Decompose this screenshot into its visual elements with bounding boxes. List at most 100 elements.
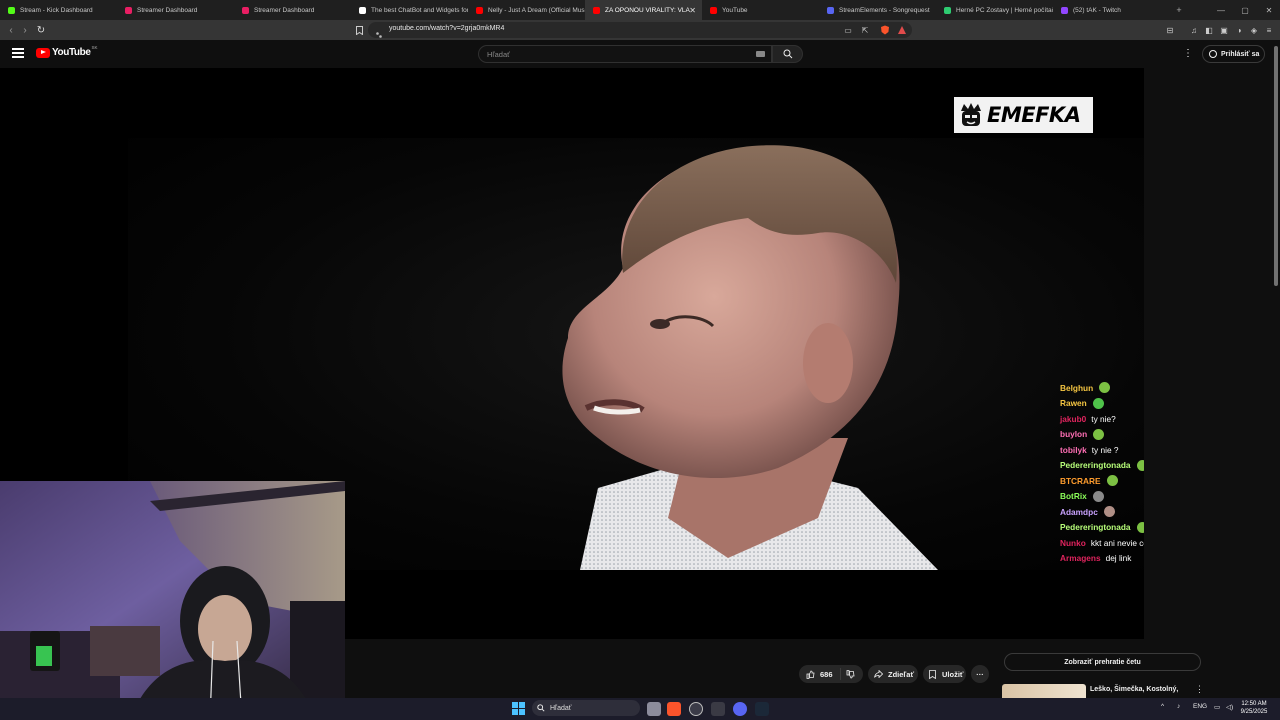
language-indicator[interactable]: ENG: [1193, 703, 1207, 710]
browser-tab[interactable]: StreamElements - Songrequest: [819, 0, 936, 20]
browser-tab[interactable]: Herné PC Zostavy | Herné počítač: [936, 0, 1053, 20]
bookmark-icon[interactable]: [354, 25, 364, 35]
tab-favicon-icon: [125, 6, 132, 14]
chat-username: jakub0: [1060, 413, 1087, 424]
rewards-icon[interactable]: [896, 25, 908, 35]
recommended-video-title[interactable]: Leško, Šimečka, Kostolný,: [1090, 686, 1178, 693]
search-icon: [783, 49, 792, 59]
more-actions-button[interactable]: ···: [971, 665, 989, 683]
tab-label: YouTube: [722, 6, 748, 14]
recommended-video-thumbnail[interactable]: [1002, 684, 1086, 698]
chat-username: Nunko: [1060, 537, 1086, 548]
keyboard-icon[interactable]: [756, 51, 765, 57]
browser-tab[interactable]: YouTube: [702, 0, 819, 20]
minimize-icon[interactable]: —: [1210, 0, 1232, 20]
chat-emote-icon: [1093, 428, 1105, 440]
share-button[interactable]: Zdieľať: [868, 665, 918, 683]
steam-icon[interactable]: [755, 702, 769, 716]
more-actions-icon: ···: [976, 669, 984, 679]
youtube-logo[interactable]: YouTube SK: [36, 45, 98, 58]
chat-username: Pedereringtonada: [1060, 460, 1131, 471]
chat-message: tobilyk ty nie ?: [1060, 442, 1144, 458]
maximize-icon[interactable]: ▢: [1234, 0, 1256, 20]
show-chat-replay-label: Zobraziť prehratie četu: [1064, 658, 1141, 666]
sign-in-button[interactable]: Prihlásiť sa: [1202, 45, 1265, 63]
site-info-icon[interactable]: [375, 26, 383, 38]
page-scrollbar[interactable]: [1272, 40, 1280, 698]
tab-favicon-icon: [710, 6, 717, 14]
browser-tab[interactable]: ZA OPONOU VIRALITY: VLA ✕: [585, 0, 702, 20]
clock-time: 12:50 AM: [1241, 701, 1267, 707]
volume-icon[interactable]: ◁): [1226, 703, 1233, 711]
cast-icon[interactable]: ▭: [843, 25, 853, 35]
search-button[interactable]: [772, 45, 803, 63]
task-view-icon[interactable]: [647, 702, 661, 716]
discord-icon[interactable]: [733, 702, 747, 716]
reload-icon[interactable]: ↻: [34, 23, 48, 37]
close-tab-icon[interactable]: ✕: [689, 6, 696, 15]
brave-browser-icon[interactable]: [667, 702, 681, 716]
start-menu-icon[interactable]: [512, 702, 526, 716]
chat-message: Armagens dej link: [1060, 551, 1144, 567]
wallet-icon[interactable]: ▣: [1219, 25, 1229, 35]
browser-tab-strip: Stream - Kick Dashboard Streamer Dashboar…: [0, 0, 1280, 20]
hamburger-menu-icon[interactable]: [12, 48, 24, 58]
chat-message: BotRix: [1060, 489, 1144, 505]
search-input[interactable]: Hľadať: [478, 45, 772, 63]
like-count: 686: [820, 669, 833, 679]
chat-emote-icon: [1099, 382, 1111, 394]
taskbar-search-icon: [537, 704, 545, 712]
share-page-icon[interactable]: ⇱: [860, 25, 870, 35]
recommended-more-icon[interactable]: ⋮: [1195, 684, 1204, 695]
tab-label: Streamer Dashboard: [254, 6, 315, 14]
chat-emote-icon: [1092, 490, 1104, 502]
microphone-icon[interactable]: ♪: [1177, 703, 1180, 710]
show-chat-replay-button[interactable]: Zobraziť prehratie četu: [1004, 653, 1201, 671]
taskbar-clock[interactable]: 12:50 AM 9/25/2025: [1237, 700, 1271, 716]
tab-favicon-icon: [8, 6, 15, 14]
forward-icon[interactable]: ›: [18, 23, 32, 37]
tab-favicon-icon: [593, 6, 600, 14]
sidebar-toggle-icon[interactable]: ⊟: [1165, 25, 1175, 35]
chat-username: Rawen: [1060, 398, 1087, 409]
scrollbar-thumb[interactable]: [1274, 46, 1278, 286]
dislike-button[interactable]: [841, 669, 855, 679]
tab-favicon-icon: [242, 6, 249, 14]
vpn-icon[interactable]: ◈: [1249, 25, 1259, 35]
chat-text: dej link: [1105, 553, 1132, 564]
media-icon[interactable]: ♫: [1189, 25, 1199, 35]
browser-menu-icon[interactable]: ≡: [1264, 25, 1274, 35]
browser-tab[interactable]: Streamer Dashboard: [117, 0, 234, 20]
browser-tab[interactable]: Nelly - Just A Dream (Official Musi: [468, 0, 585, 20]
youtube-logo-text: YouTube: [52, 47, 91, 58]
browser-tab[interactable]: Streamer Dashboard: [234, 0, 351, 20]
browser-tab[interactable]: (52) tAK - Twitch: [1053, 0, 1170, 20]
extensions-icon[interactable]: ◑: [1234, 25, 1244, 35]
like-button[interactable]: 686: [799, 668, 841, 680]
save-button[interactable]: Uložiť: [923, 665, 966, 683]
browser-tab[interactable]: Stream - Kick Dashboard: [0, 0, 117, 20]
new-tab-button[interactable]: +: [1170, 5, 1188, 15]
taskbar-search[interactable]: Hľadať: [532, 700, 640, 716]
browser-toolbar: ‹ › ↻ youtube.com/watch?v=2grja0mkMR4 ▭ …: [0, 20, 1280, 40]
tab-label: ZA OPONOU VIRALITY: VLA: [605, 6, 690, 14]
chat-username: Belghun: [1060, 382, 1094, 393]
chat-username: tobilyk: [1060, 444, 1087, 455]
tray-overflow-icon[interactable]: ^: [1161, 703, 1164, 710]
browser-tab[interactable]: The best ChatBot and Widgets for: [351, 0, 468, 20]
tab-label: The best ChatBot and Widgets for: [371, 6, 468, 14]
tab-label: Nelly - Just A Dream (Official Musi: [488, 6, 585, 14]
address-bar[interactable]: youtube.com/watch?v=2grja0mkMR4: [368, 22, 912, 38]
sign-in-label: Prihlásiť sa: [1221, 50, 1260, 58]
network-icon[interactable]: ▭: [1214, 703, 1220, 711]
back-icon[interactable]: ‹: [4, 23, 18, 37]
split-view-icon[interactable]: ◧: [1204, 25, 1214, 35]
kebab-menu-icon[interactable]: ⋮: [1183, 48, 1193, 59]
obs-icon[interactable]: [689, 702, 703, 716]
xbox-app-icon[interactable]: [711, 702, 725, 716]
tab-label: Herné PC Zostavy | Herné počítač: [956, 6, 1053, 14]
close-window-icon[interactable]: ✕: [1258, 0, 1280, 20]
brave-shields-icon[interactable]: [879, 25, 891, 35]
chat-text: ty nie?: [1091, 413, 1116, 424]
url-text: youtube.com/watch?v=2grja0mkMR4: [389, 25, 505, 32]
